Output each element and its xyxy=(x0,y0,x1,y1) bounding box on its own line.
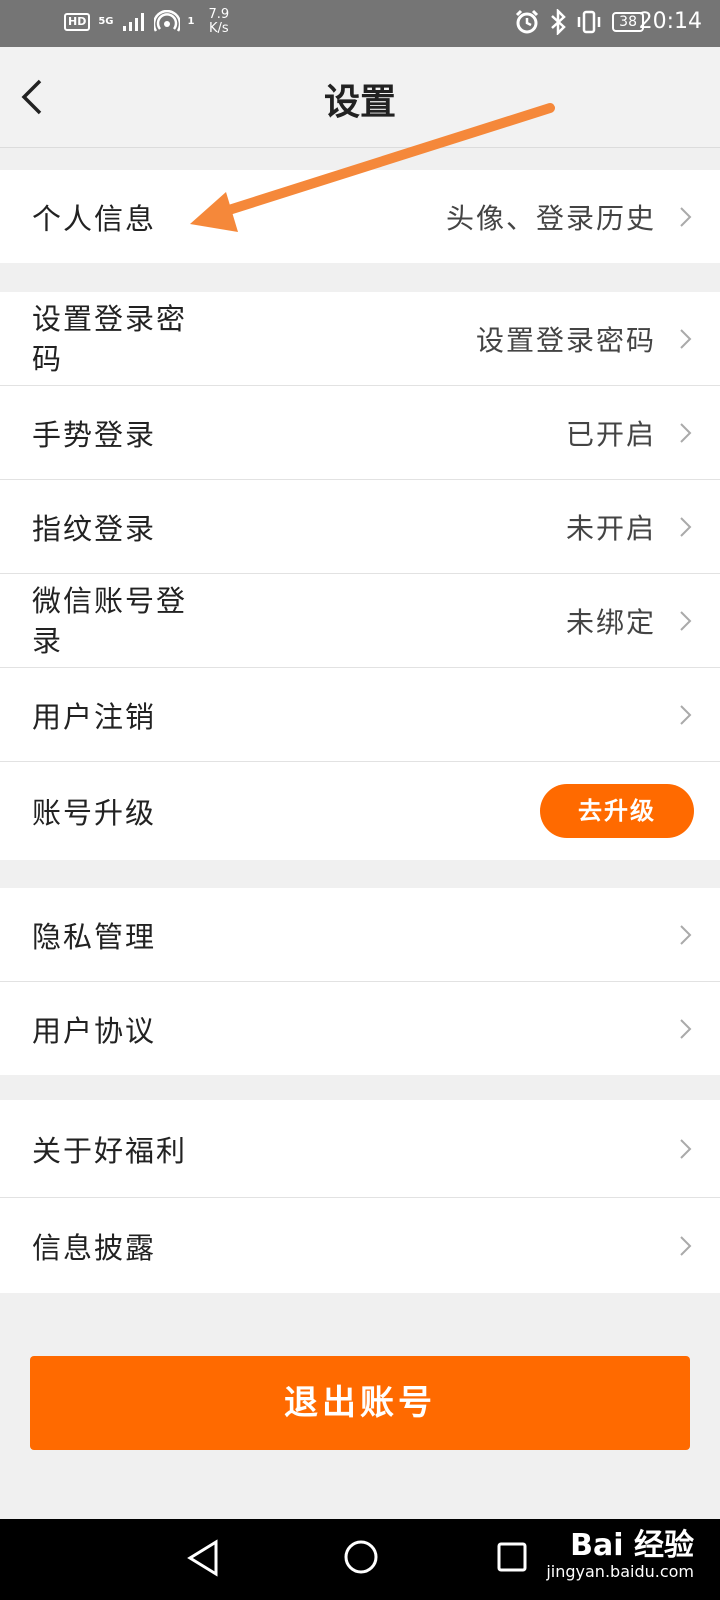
navigation-bar: Bai 经验 jingyan.baidu.com xyxy=(0,1519,720,1600)
chevron-right-icon xyxy=(680,1138,692,1159)
chevron-right-icon xyxy=(680,704,692,725)
vibrate-icon xyxy=(577,10,601,34)
chevron-right-icon xyxy=(680,206,692,227)
row-label: 设置登录密码 xyxy=(32,301,188,376)
group-privacy: 隐私管理 用户协议 xyxy=(0,888,720,1075)
back-triangle-icon[interactable] xyxy=(186,1539,220,1577)
chevron-right-icon xyxy=(680,1018,692,1039)
group-about: 关于好福利 信息披露 xyxy=(0,1100,720,1293)
row-label: 手势登录 xyxy=(32,417,157,452)
chevron-right-icon xyxy=(680,1235,692,1256)
bluetooth-icon xyxy=(551,9,566,35)
logout-button[interactable]: 退出账号 xyxy=(30,1356,690,1450)
speed-value: 7.9 xyxy=(208,7,230,22)
page-title: 设置 xyxy=(323,81,396,123)
row-value: 设置登录密码 xyxy=(475,323,656,357)
watermark: Bai 经验 jingyan.baidu.com xyxy=(546,1529,694,1581)
row-account-deletion[interactable]: 用户注销 xyxy=(0,668,720,762)
status-right: 38 xyxy=(514,9,644,35)
watermark-brand: Bai 经验 xyxy=(570,1528,694,1563)
row-label: 用户注销 xyxy=(32,699,157,734)
wifi-hotspot-icon xyxy=(153,10,180,32)
row-label: 用户协议 xyxy=(32,1013,157,1048)
row-privacy-management[interactable]: 隐私管理 xyxy=(0,888,720,982)
network-speed: 7.9 K/s xyxy=(208,8,229,36)
chevron-right-icon xyxy=(680,516,692,537)
recent-square-icon[interactable] xyxy=(496,1541,528,1573)
chevron-right-icon xyxy=(680,422,692,443)
row-label: 信息披露 xyxy=(32,1230,157,1265)
clock: 20:14 xyxy=(638,9,702,34)
home-circle-icon[interactable] xyxy=(343,1539,379,1575)
row-label: 个人信息 xyxy=(32,201,157,236)
row-value: 头像、登录历史 xyxy=(445,201,656,235)
upgrade-button[interactable]: 去升级 xyxy=(540,784,694,838)
row-label: 关于好福利 xyxy=(32,1133,188,1168)
hd-badge: HD xyxy=(64,13,91,31)
chevron-right-icon xyxy=(680,924,692,945)
network-type: 5G xyxy=(98,16,114,27)
row-label: 隐私管理 xyxy=(32,919,157,954)
row-login-password[interactable]: 设置登录密码 设置登录密码 xyxy=(0,292,720,386)
row-label: 账号升级 xyxy=(32,796,157,830)
row-value: 未开启 xyxy=(565,511,656,545)
row-fingerprint-login[interactable]: 指纹登录 未开启 xyxy=(0,480,720,574)
status-bar: HD 5G 1 7.9 K/s 38 20:14 xyxy=(0,0,720,47)
row-label: 微信账号登录 xyxy=(32,583,188,658)
row-user-agreement[interactable]: 用户协议 xyxy=(0,982,720,1075)
chevron-right-icon xyxy=(680,328,692,349)
row-value: 未绑定 xyxy=(565,605,656,639)
chevron-right-icon xyxy=(680,610,692,631)
row-about[interactable]: 关于好福利 xyxy=(0,1100,720,1198)
group-personal: 个人信息 头像、登录历史 xyxy=(0,170,720,263)
row-wechat-login[interactable]: 微信账号登录 未绑定 xyxy=(0,574,720,668)
row-value: 已开启 xyxy=(565,417,656,451)
row-account-upgrade: 账号升级 去升级 xyxy=(0,762,720,860)
sim-index: 1 xyxy=(187,16,195,27)
alarm-icon xyxy=(516,9,539,34)
row-label: 指纹登录 xyxy=(32,511,157,546)
row-info-disclosure[interactable]: 信息披露 xyxy=(0,1198,720,1293)
row-gesture-login[interactable]: 手势登录 已开启 xyxy=(0,386,720,480)
watermark-url: jingyan.baidu.com xyxy=(546,1562,694,1581)
row-personal-info[interactable]: 个人信息 头像、登录历史 xyxy=(0,170,720,263)
group-account: 设置登录密码 设置登录密码 手势登录 已开启 指纹登录 未开启 微信账号登录 未… xyxy=(0,292,720,860)
signal-icon xyxy=(122,13,144,31)
speed-unit: K/s xyxy=(208,21,229,36)
status-left: HD 5G 1 7.9 K/s xyxy=(64,8,229,36)
header: 设置 xyxy=(0,47,720,148)
